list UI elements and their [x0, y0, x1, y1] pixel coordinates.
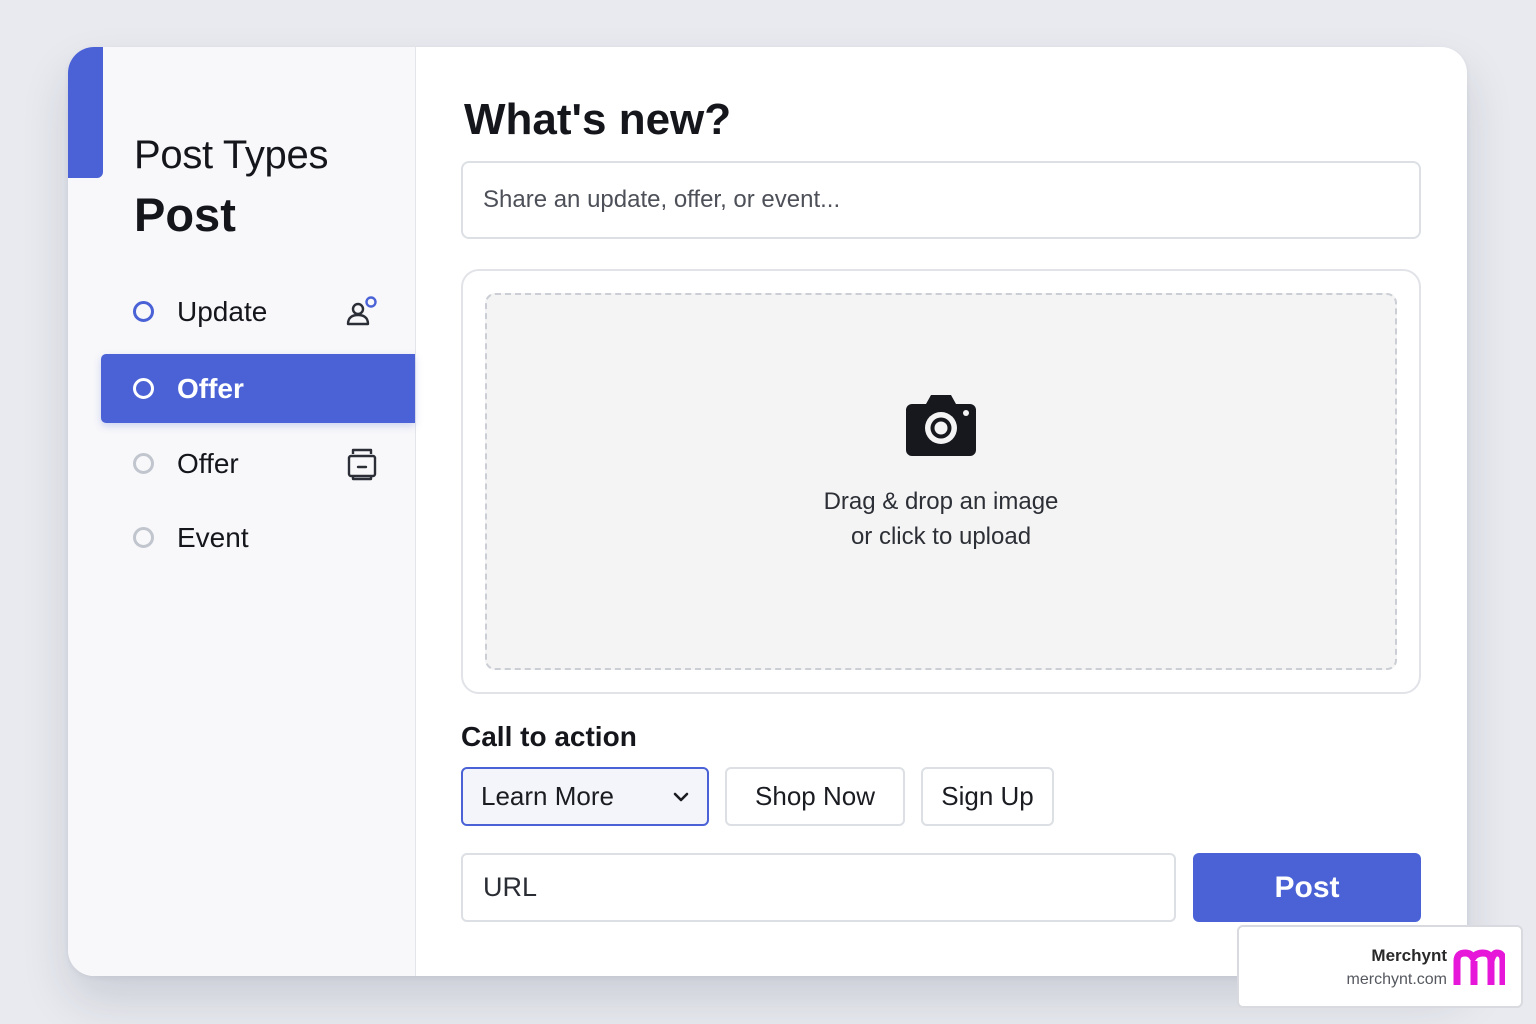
radio-icon[interactable]	[133, 453, 154, 474]
upload-instruction-line1: Drag & drop an image	[823, 487, 1059, 515]
post-type-update[interactable]: Update	[101, 277, 415, 346]
chevron-down-icon	[673, 792, 689, 801]
post-type-label: Update	[177, 295, 268, 327]
upload-instruction-line2: or click to upload	[850, 522, 1032, 550]
merchynt-badge[interactable]: Merchynt merchynt.com	[1237, 925, 1523, 1008]
brand-name: Merchynt	[1371, 946, 1447, 965]
upload-panel: Drag & drop an image or click to upload	[461, 269, 1421, 694]
post-type-label: Offer	[177, 372, 244, 404]
sidebar-title: Post Types	[134, 133, 329, 177]
post-composer-card: Post Types Post Update Offer Offer Event…	[68, 47, 1467, 976]
post-type-offer[interactable]: Offer	[101, 429, 415, 498]
post-text-input[interactable]	[461, 161, 1421, 239]
url-input[interactable]	[461, 853, 1176, 922]
radio-icon[interactable]	[133, 378, 154, 399]
post-button[interactable]: Post	[1193, 853, 1421, 922]
accent-bar	[68, 47, 103, 178]
camera-icon	[906, 394, 976, 456]
sidebar-subtitle: Post	[134, 188, 236, 241]
post-type-event[interactable]: Event	[101, 503, 415, 572]
cta-section-label: Call to action	[461, 721, 637, 752]
post-types-sidebar: Post Types Post Update Offer Offer Event	[68, 47, 416, 976]
radio-icon[interactable]	[133, 527, 154, 548]
shop-now-button[interactable]: Shop Now	[725, 767, 905, 826]
person-add-icon	[346, 295, 377, 325]
brand-url: merchynt.com	[1346, 971, 1447, 988]
radio-icon[interactable]	[133, 301, 154, 322]
image-dropzone[interactable]: Drag & drop an image or click to upload	[485, 293, 1397, 670]
post-type-offer-selected[interactable]: Offer	[101, 354, 415, 423]
post-type-label: Event	[177, 521, 249, 553]
post-type-label: Offer	[177, 447, 239, 479]
cta-select-value: Learn More	[481, 781, 614, 811]
tablet-frame-icon	[347, 448, 377, 480]
merchynt-logo	[1453, 949, 1505, 985]
cta-select[interactable]: Learn More	[461, 767, 709, 826]
sign-up-button[interactable]: Sign Up	[921, 767, 1054, 826]
page-title: What's new?	[464, 95, 732, 144]
